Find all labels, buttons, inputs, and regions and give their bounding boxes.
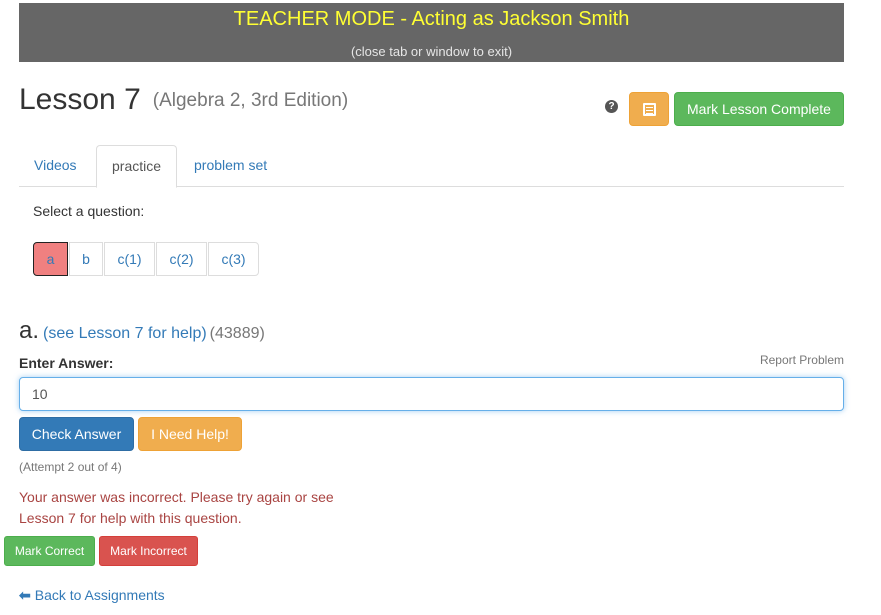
attempt-counter: (Attempt 2 out of 4) [19, 460, 122, 474]
back-label: Back to Assignments [34, 587, 165, 603]
mark-lesson-complete-button[interactable]: Mark Lesson Complete [674, 92, 844, 126]
lesson-subtitle: (Algebra 2, 3rd Edition) [152, 90, 349, 111]
tab-problem-set[interactable]: problem set [179, 145, 282, 187]
question-circle-icon[interactable]: ? [605, 100, 618, 113]
answer-input[interactable] [19, 377, 844, 411]
mark-incorrect-button[interactable]: Mark Incorrect [99, 536, 198, 566]
incorrect-feedback: Your answer was incorrect. Please try ag… [19, 489, 334, 526]
report-problem-link[interactable]: Report Problem [760, 353, 844, 367]
question-button-c2[interactable]: c(2) [156, 242, 207, 276]
tab-practice[interactable]: practice [96, 145, 177, 188]
select-question-label: Select a question: [33, 203, 145, 219]
check-answer-button[interactable]: Check Answer [19, 417, 134, 451]
need-help-button[interactable]: I Need Help! [138, 417, 242, 451]
question-letter: a. [19, 317, 40, 344]
question-button-c3[interactable]: c(3) [208, 242, 259, 276]
tab-videos[interactable]: Videos [19, 145, 92, 187]
question-button-a[interactable]: a [33, 242, 68, 276]
back-to-assignments-link[interactable]: ⬅ Back to Assignments [19, 587, 165, 604]
question-button-b[interactable]: b [69, 242, 103, 276]
lesson-notes-button[interactable] [629, 92, 669, 126]
teacher-mode-banner: TEACHER MODE - Acting as Jackson Smith (… [19, 3, 844, 62]
question-heading: a. (see Lesson 7 for help) (43889) [19, 317, 265, 345]
list-document-icon [643, 103, 656, 116]
mark-correct-button[interactable]: Mark Correct [4, 536, 95, 566]
banner-subtitle: (close tab or window to exit) [350, 44, 513, 59]
lesson-tabs: Videos practice problem set [19, 145, 844, 188]
lesson-title: Lesson 7 [19, 83, 141, 116]
enter-answer-label: Enter Answer: [19, 355, 114, 371]
arrow-left-icon: ⬅ [19, 587, 31, 603]
question-button-c1[interactable]: c(1) [104, 242, 155, 276]
lesson-help-link[interactable]: (see Lesson 7 for help) [43, 325, 207, 342]
question-id: (43889) [209, 325, 265, 342]
banner-title: TEACHER MODE - Acting as Jackson Smith [233, 8, 630, 30]
page-title: Lesson 7 (Algebra 2, 3rd Edition) [19, 82, 348, 119]
